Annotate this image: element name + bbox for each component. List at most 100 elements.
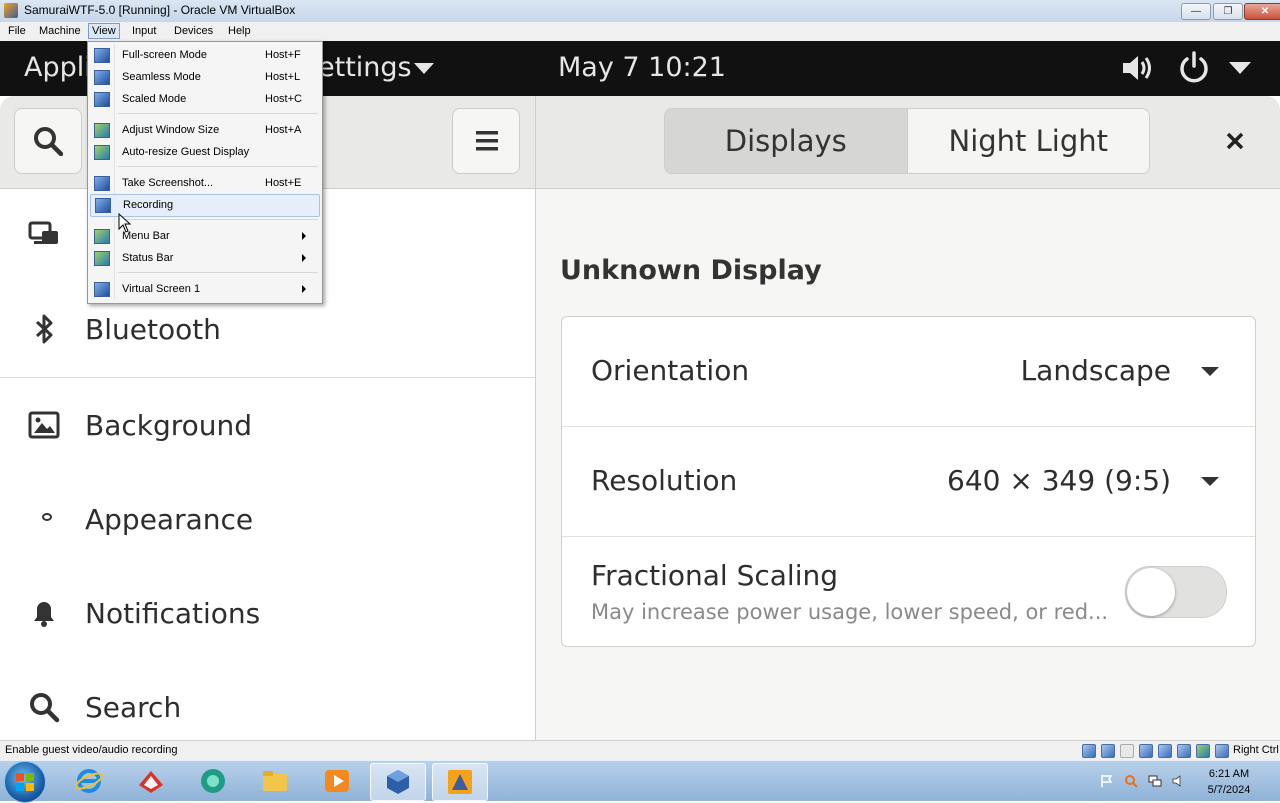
close-icon[interactable] (1226, 132, 1244, 150)
sidebar-item-background[interactable]: Background (0, 379, 535, 473)
network-tray-icon[interactable] (1148, 774, 1162, 788)
menu-separator (118, 166, 318, 167)
display-settings-card: Orientation Landscape Resolution 640 × 3… (561, 316, 1256, 647)
host-key-label: Right Ctrl (1233, 744, 1279, 756)
restore-button[interactable]: ❐ (1213, 3, 1243, 20)
menu-item-adjust-window[interactable]: Adjust Window Size Host+A (90, 120, 318, 141)
scaled-icon (94, 92, 110, 107)
fractional-scaling-label: Fractional Scaling (591, 559, 839, 592)
start-button[interactable] (4, 761, 46, 803)
search-button[interactable] (14, 108, 82, 174)
menu-help[interactable]: Help (225, 24, 254, 38)
audio-icon[interactable] (1120, 744, 1134, 758)
close-button[interactable]: ✕ (1244, 3, 1280, 20)
tab-night-light[interactable]: Night Light (906, 109, 1149, 173)
taskbar-explorer[interactable] (248, 763, 302, 799)
windows-logo-icon (16, 773, 34, 791)
taskbar-gitkraken[interactable] (124, 763, 178, 799)
menu-item-auto-resize[interactable]: Auto-resize Guest Display (90, 142, 318, 163)
submenu-arrow-icon (302, 232, 306, 240)
search-tray-icon[interactable] (1124, 774, 1138, 788)
network-adapter-icon[interactable] (1139, 744, 1153, 758)
menu-devices[interactable]: Devices (171, 24, 216, 38)
recording-status-icon[interactable] (1215, 744, 1229, 758)
menu-machine[interactable]: Machine (36, 24, 84, 38)
content-header: Displays Night Light (536, 96, 1280, 189)
main-menu-button[interactable] (452, 108, 520, 174)
menu-item-label: Adjust Window Size (122, 124, 220, 136)
status-bar-icon (94, 251, 110, 266)
menu-view[interactable]: View (88, 23, 120, 39)
fractional-scaling-toggle[interactable] (1125, 566, 1227, 618)
menu-input[interactable]: Input (129, 24, 159, 38)
windows-taskbar: 6:21 AM 5/7/2024 (0, 760, 1280, 803)
menu-separator (118, 272, 318, 273)
view-menu-dropdown: Full-screen Mode Host+F Seamless Mode Ho… (87, 41, 323, 304)
menu-item-scaled[interactable]: Scaled Mode Host+C (90, 89, 318, 110)
menu-item-label: Recording (123, 199, 174, 211)
taskbar-virtualbox-vm[interactable] (432, 763, 488, 801)
resolution-row[interactable]: Resolution 640 × 349 (9:5) (562, 427, 1255, 536)
display-icon[interactable] (1196, 744, 1210, 758)
virtualbox-icon (387, 770, 409, 794)
menu-item-label: Scaled Mode (122, 93, 187, 105)
menu-item-screenshot[interactable]: Take Screenshot... Host+E (90, 173, 318, 194)
menu-item-fullscreen[interactable]: Full-screen Mode Host+F (90, 45, 318, 66)
status-text: Enable guest video/audio recording (5, 744, 178, 756)
auto-resize-icon (94, 145, 110, 160)
sidebar-separator (0, 377, 535, 378)
sidebar-item-appearance[interactable]: Appearance (0, 473, 535, 567)
taskbar-virtualbox[interactable] (370, 763, 426, 801)
media-player-icon (325, 770, 349, 792)
gitkraken-icon (139, 771, 163, 793)
search-icon (34, 127, 63, 156)
app-menu-caret-icon (414, 63, 434, 74)
optical-drive-icon[interactable] (1101, 744, 1115, 758)
orientation-label: Orientation (591, 354, 750, 387)
fullscreen-icon (94, 48, 110, 63)
screenshot-icon (94, 176, 110, 191)
sidebar-item-label: Bluetooth (85, 313, 221, 346)
orientation-row[interactable]: Orientation Landscape (562, 317, 1255, 426)
app-icon (201, 769, 225, 793)
taskbar-app[interactable] (186, 763, 240, 799)
display-tabs: Displays Night Light (664, 108, 1150, 174)
activities-button[interactable]: Appli (24, 52, 92, 83)
taskbar-ie[interactable] (62, 763, 116, 799)
hard-disk-icon[interactable] (1082, 744, 1096, 758)
bell-icon (34, 602, 54, 627)
menu-item-label: Virtual Screen 1 (122, 283, 201, 295)
menu-item-virtual-screen[interactable]: Virtual Screen 1 (90, 279, 318, 300)
taskbar-clock[interactable]: 6:21 AM 5/7/2024 (1196, 766, 1262, 798)
fractional-scaling-row: Fractional Scaling May increase power us… (562, 537, 1255, 646)
virtualbox-vm-icon (448, 770, 472, 794)
volume-icon[interactable] (1120, 51, 1154, 85)
flag-icon[interactable] (1100, 774, 1114, 788)
power-icon[interactable] (1178, 51, 1210, 83)
orientation-value: Landscape (1020, 354, 1171, 387)
menu-file[interactable]: File (5, 24, 29, 38)
sidebar-item-notifications[interactable]: Notifications (0, 567, 535, 661)
shared-folders-icon[interactable] (1177, 744, 1191, 758)
virtualbox-logo-icon (4, 3, 18, 18)
tab-displays[interactable]: Displays (665, 109, 907, 173)
orientation-dropdown-icon (1201, 367, 1219, 376)
app-menu-button[interactable]: ettings (318, 52, 412, 83)
menu-item-shortcut: Host+E (265, 177, 302, 189)
menu-item-label: Seamless Mode (122, 71, 201, 83)
minimize-button[interactable]: — (1181, 3, 1211, 20)
menu-item-status-bar[interactable]: Status Bar (90, 248, 318, 269)
menu-item-shortcut: Host+L (265, 71, 301, 83)
menu-item-label: Full-screen Mode (122, 49, 207, 61)
caret-down-icon[interactable] (1229, 62, 1251, 75)
mouse-cursor-icon (118, 213, 132, 233)
speaker-tray-icon[interactable] (1172, 774, 1186, 788)
usb-icon[interactable] (1158, 744, 1172, 758)
virtual-screen-icon (94, 282, 110, 297)
menu-item-label: Auto-resize Guest Display (122, 146, 250, 158)
top-bar-clock[interactable]: May 7 10:21 (558, 52, 726, 83)
taskbar-media-player[interactable] (310, 763, 364, 799)
toggle-knob (1127, 568, 1175, 616)
sidebar-item-label: Notifications (85, 597, 261, 630)
menu-item-seamless[interactable]: Seamless Mode Host+L (90, 67, 318, 88)
